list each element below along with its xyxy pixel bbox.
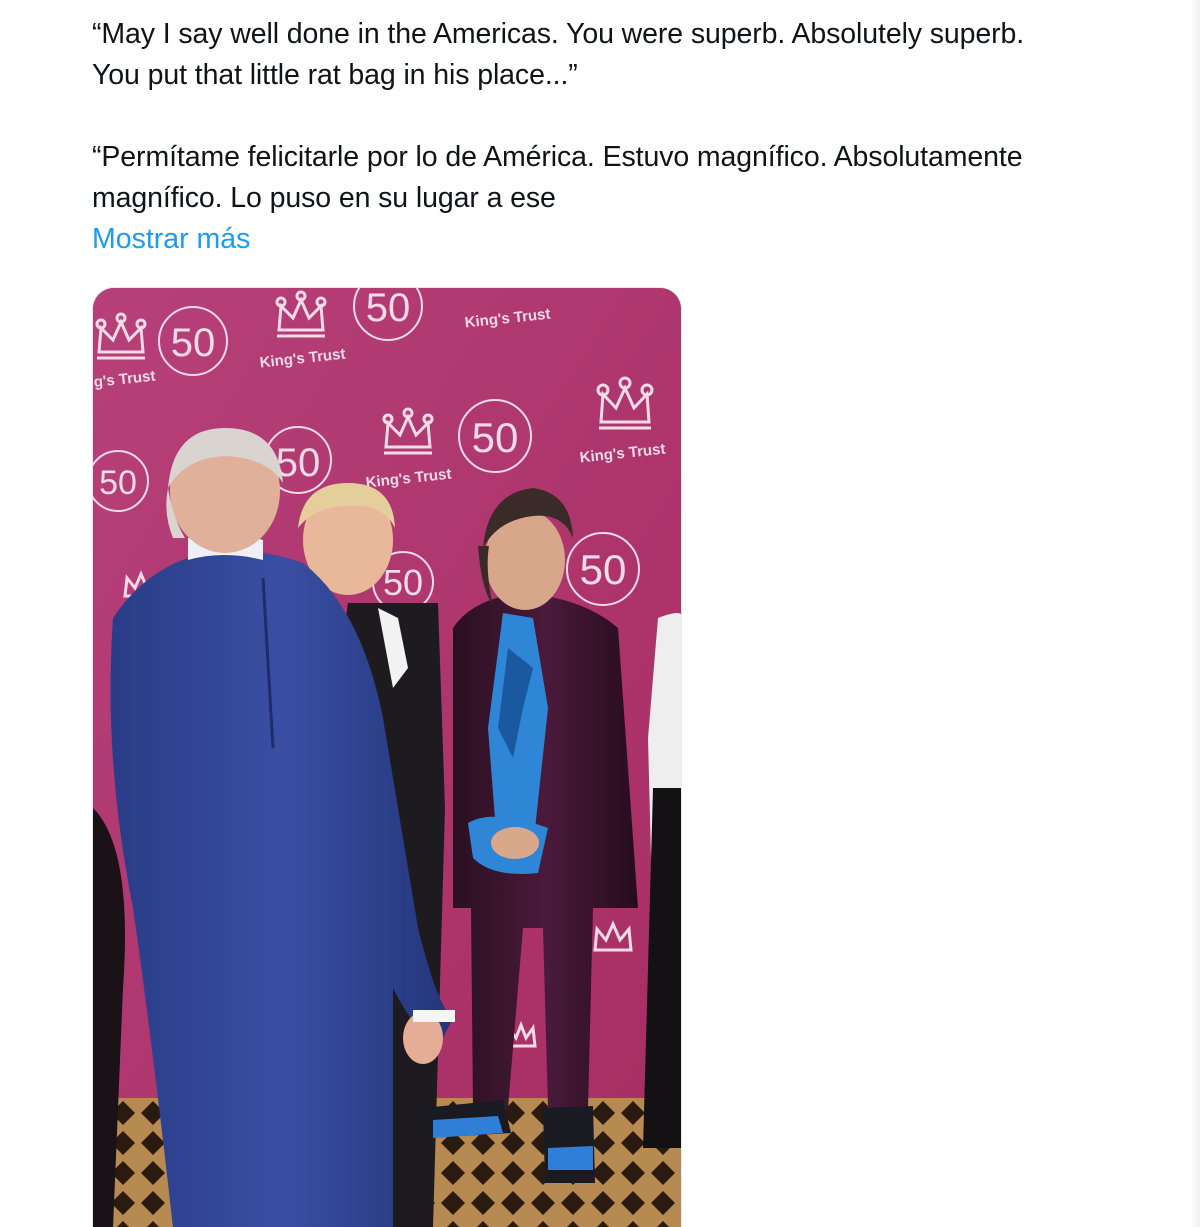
photo-scene: 50 50 50 50 50 50 50 King's Trust King's… [93, 288, 681, 1227]
tweet-media-photo[interactable]: 50 50 50 50 50 50 50 King's Trust King's… [92, 287, 682, 1227]
show-more-link[interactable]: Mostrar más [92, 219, 250, 260]
tweet-text-line: “May I say well done in the Americas. Yo… [92, 18, 1025, 50]
tweet-text-line: “Permítame felicitarle por lo de América… [92, 141, 1023, 173]
tweet-text-line: magnífico. Lo puso en su lugar a ese [92, 182, 556, 214]
tweet-text-spanish: “Permítame felicitarle por lo de América… [92, 137, 1182, 219]
svg-text:50: 50 [366, 288, 411, 330]
svg-text:50: 50 [472, 414, 519, 461]
svg-text:50: 50 [99, 464, 137, 502]
svg-text:50: 50 [171, 321, 216, 365]
tweet-text-line: You put that little rat bag in his place… [92, 59, 578, 91]
scrollbar-track[interactable] [1190, 0, 1200, 1227]
svg-text:50: 50 [580, 546, 627, 593]
svg-text:50: 50 [383, 562, 423, 603]
tweet-text-english: “May I say well done in the Americas. Yo… [92, 14, 1182, 96]
